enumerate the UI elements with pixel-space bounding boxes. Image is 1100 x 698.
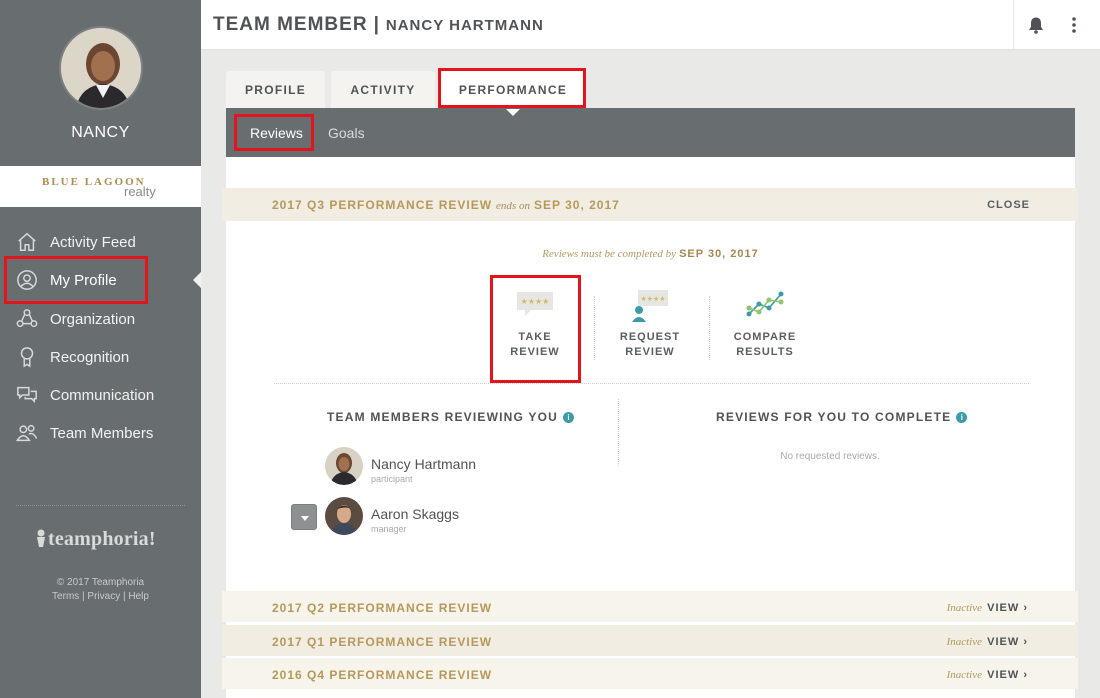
teamphoria-mascot-icon	[37, 529, 45, 547]
current-review-header: 2017 Q3 PERFORMANCE REVIEW ends on SEP 30,…	[222, 188, 1078, 221]
teamphoria-wordmark: teamphoria!	[48, 528, 156, 550]
nav-recognition[interactable]: Recognition	[0, 339, 201, 375]
past-review-status: Inactive	[946, 636, 982, 648]
active-nav-caret	[193, 272, 201, 288]
reviewer-avatar	[325, 497, 363, 535]
review-title-text: 2017 Q3 PERFORMANCE REVIEW	[272, 198, 493, 212]
action-line1: REQUEST	[619, 331, 681, 343]
info-icon[interactable]: i	[563, 412, 574, 424]
past-review-status: Inactive	[946, 602, 982, 614]
home-icon	[14, 229, 40, 255]
column-divider	[618, 399, 619, 466]
more-vertical-icon[interactable]	[1067, 16, 1081, 34]
nav-label: Team Members	[50, 424, 154, 442]
award-icon	[14, 344, 40, 370]
chat-icon	[14, 382, 40, 408]
past-review-title: 2017 Q2 PERFORMANCE REVIEW	[272, 601, 493, 615]
org-icon	[14, 306, 40, 332]
past-review-row[interactable]: 2017 Q2 PERFORMANCE REVIEW Inactive VIEW…	[222, 591, 1078, 622]
users-icon	[14, 420, 40, 446]
highlight-box	[490, 275, 581, 383]
svg-text:★★★★: ★★★★	[640, 295, 665, 303]
view-link[interactable]: VIEW ›	[987, 669, 1028, 681]
request-review-button[interactable]: ★★★★ REQUEST REVIEW	[595, 288, 705, 360]
highlight-box	[234, 114, 314, 151]
review-title: 2017 Q3 PERFORMANCE REVIEW ends on SEP 30,…	[272, 198, 620, 212]
footer-links[interactable]: Terms | Privacy | Help	[0, 590, 201, 604]
page-title: TEAM MEMBER | NANCY HARTMANN	[213, 14, 544, 36]
footer: © 2017 Teamphoria Terms | Privacy | Help	[0, 576, 201, 604]
active-tab-caret	[506, 109, 520, 116]
deadline-date: SEP 30, 2017	[679, 248, 759, 260]
header-divider	[1013, 0, 1014, 50]
past-review-status: Inactive	[946, 669, 982, 681]
nav-label: Organization	[50, 310, 136, 328]
tab-activity[interactable]: ACTIVITY	[331, 71, 435, 109]
to-complete-heading-text: REVIEWS FOR YOU TO COMPLETE	[716, 410, 952, 424]
subtab-goals[interactable]: Goals	[328, 125, 365, 141]
title-separator: |	[373, 14, 380, 35]
section-divider	[274, 383, 1029, 384]
dropdown-toggle-button[interactable]	[291, 504, 317, 530]
reviewer-name: Nancy Hartmann	[371, 456, 477, 472]
reviewer-role: participant	[371, 474, 413, 484]
request-review-icon: ★★★★	[632, 290, 668, 322]
nav-label: Recognition	[50, 348, 130, 366]
nav-label: Activity Feed	[50, 233, 136, 251]
sidebar-divider	[16, 505, 185, 506]
empty-state-text: No requested reviews.	[780, 451, 880, 462]
review-ends-label: ends on	[496, 200, 530, 212]
compare-results-button[interactable]: COMPARE RESULTS	[710, 288, 820, 360]
nav-communication[interactable]: Communication	[0, 377, 201, 413]
nav-label: Communication	[50, 386, 155, 404]
highlight-box	[438, 68, 586, 108]
company-logo: BLUE LAGOON realty	[0, 166, 201, 207]
reviewing-you-heading-text: TEAM MEMBERS REVIEWING YOU	[327, 410, 558, 424]
info-icon[interactable]: i	[956, 412, 968, 424]
deadline-text: Reviews must be completed by	[542, 248, 677, 260]
reviewing-you-heading: TEAM MEMBERS REVIEWING YOU i	[327, 410, 574, 424]
compare-results-icon	[746, 291, 784, 317]
action-line2: REVIEW	[625, 346, 675, 358]
view-link[interactable]: VIEW ›	[987, 602, 1028, 614]
nav-team-members[interactable]: Team Members	[0, 415, 201, 451]
action-line1: COMPARE	[733, 331, 797, 343]
view-link[interactable]: VIEW ›	[987, 636, 1028, 648]
past-review-row[interactable]: 2016 Q4 PERFORMANCE REVIEW Inactive VIEW…	[222, 658, 1078, 689]
reviewer-name: Aaron Skaggs	[371, 506, 459, 522]
app-root: NANCY BLUE LAGOON realty Activity Feed M…	[0, 0, 1100, 698]
action-line2: RESULTS	[736, 346, 794, 358]
tab-profile[interactable]: PROFILE	[226, 71, 325, 109]
nav-activity-feed[interactable]: Activity Feed	[0, 224, 201, 260]
to-complete-heading: REVIEWS FOR YOU TO COMPLETE i	[716, 410, 968, 424]
copyright-text: © 2017 Teamphoria	[56, 577, 145, 588]
subtab-bar: Reviews Goals	[226, 108, 1075, 157]
teamphoria-logo: teamphoria!	[34, 528, 156, 551]
review-ends-date: SEP 30, 2017	[533, 198, 620, 212]
review-deadline: Reviews must be completed by SEP 30, 201…	[226, 248, 1075, 260]
highlight-box	[4, 256, 148, 304]
past-review-row[interactable]: 2017 Q1 PERFORMANCE REVIEW Inactive VIEW…	[222, 625, 1078, 656]
reviewer-role: manager	[371, 524, 407, 534]
bell-icon[interactable]	[1027, 16, 1045, 34]
page-header: TEAM MEMBER | NANCY HARTMANN	[201, 0, 1100, 50]
reviewer-avatar	[325, 447, 363, 485]
page-title-main: TEAM MEMBER	[213, 14, 368, 35]
page-title-sub: NANCY HARTMANN	[385, 17, 544, 34]
past-review-title: 2017 Q1 PERFORMANCE REVIEW	[272, 635, 493, 649]
close-review-button[interactable]: CLOSE	[987, 199, 1030, 211]
user-name: NANCY	[71, 124, 130, 141]
nav-organization[interactable]: Organization	[0, 301, 201, 337]
past-review-title: 2016 Q4 PERFORMANCE REVIEW	[272, 668, 493, 682]
company-sub: realty	[124, 184, 156, 199]
user-avatar[interactable]	[59, 26, 143, 110]
sidebar: NANCY BLUE LAGOON realty Activity Feed M…	[0, 0, 201, 698]
